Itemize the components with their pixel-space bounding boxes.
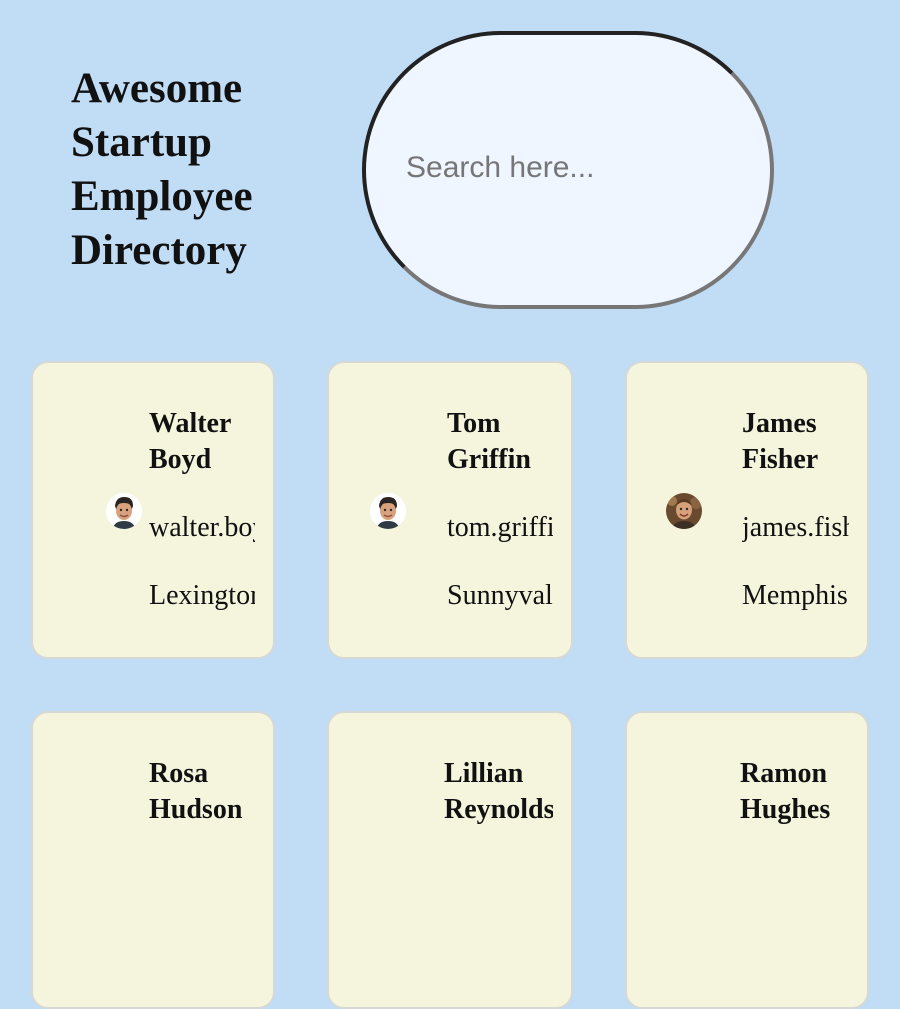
- employee-name: Rosa Hudson: [149, 756, 255, 828]
- employee-last-name: Griffin: [447, 444, 531, 475]
- employee-city: Lexington: [149, 580, 255, 611]
- search-input[interactable]: [366, 151, 770, 189]
- employee-last-name: Reynolds: [444, 794, 553, 825]
- employee-email: tom.griffin@example.com: [447, 512, 553, 543]
- employee-name: Walter Boyd: [149, 406, 255, 478]
- employee-last-name: Hudson: [149, 794, 243, 825]
- employee-name: Tom Griffin: [447, 406, 553, 478]
- employee-card[interactable]: Tom Griffin tom.griffin@example.com Sunn…: [327, 361, 573, 659]
- employee-card[interactable]: James Fisher james.fisher@example.com Me…: [625, 361, 869, 659]
- employee-card[interactable]: Lillian Reynolds: [327, 711, 573, 1009]
- employee-card[interactable]: Rosa Hudson: [31, 711, 275, 1009]
- page-title: Awesome Startup Employee Directory: [71, 62, 311, 278]
- employee-info: Tom Griffin tom.griffin@example.com Sunn…: [447, 406, 553, 612]
- employee-card[interactable]: Ramon Hughes: [625, 711, 869, 1009]
- employee-city: Memphis: [742, 580, 848, 611]
- employee-last-name: Boyd: [149, 444, 212, 475]
- employee-info: Walter Boyd walter.boyd@example.com Lexi…: [149, 406, 255, 612]
- avatar-photo-icon: [370, 493, 406, 529]
- employee-first-name: Walter: [149, 408, 232, 439]
- employee-card[interactable]: Walter Boyd walter.boyd@example.com Lexi…: [31, 361, 275, 659]
- page-title-line: Awesome: [71, 65, 243, 112]
- employee-info: Rosa Hudson: [149, 756, 255, 828]
- page-title-line: Employee: [71, 173, 253, 220]
- employee-name: James Fisher: [742, 406, 849, 478]
- employee-city: Sunnyvale: [447, 580, 553, 611]
- page-title-line: Directory: [71, 227, 247, 274]
- employee-info: James Fisher james.fisher@example.com Me…: [742, 406, 849, 612]
- employee-email: walter.boyd@example.com: [149, 512, 255, 543]
- employee-first-name: Ramon: [740, 758, 828, 789]
- avatar-photo-icon: [106, 493, 142, 529]
- avatar-photo-icon: [666, 493, 702, 529]
- employee-first-name: Lillian: [444, 758, 524, 789]
- employee-first-name: Rosa: [149, 758, 209, 789]
- employee-name: Lillian Reynolds: [444, 756, 553, 828]
- page-title-line: Startup: [71, 119, 212, 166]
- employee-name: Ramon Hughes: [740, 756, 849, 828]
- employee-info: Ramon Hughes: [740, 756, 849, 828]
- search-box[interactable]: [362, 31, 774, 309]
- employee-email: james.fisher@example.com: [742, 512, 849, 543]
- employee-first-name: Tom: [447, 408, 501, 439]
- employee-info: Lillian Reynolds: [444, 756, 553, 828]
- employee-last-name: Hughes: [740, 794, 831, 825]
- employee-last-name: Fisher: [742, 444, 819, 475]
- employee-first-name: James: [742, 408, 817, 439]
